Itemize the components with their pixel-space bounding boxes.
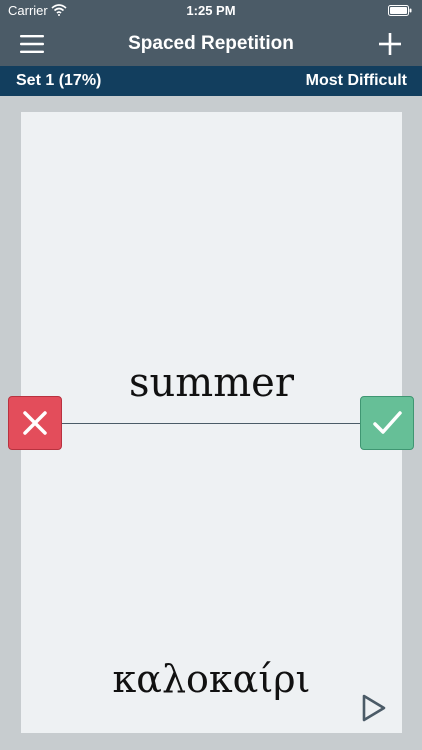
status-time: 1:25 PM [186,3,236,18]
page-title: Spaced Repetition [128,33,294,54]
mode-label[interactable]: Most Difficult [306,72,407,90]
navigation-bar: Spaced Repetition [0,22,422,66]
x-icon [23,411,47,435]
card-front-text: summer [129,360,294,406]
plus-icon[interactable] [379,33,401,55]
set-label: Set 1 (17%) [16,72,102,89]
right-answer-button[interactable] [360,396,414,450]
checkmark-icon [373,411,402,434]
status-bar: Carrier 1:25 PM [0,0,422,22]
play-icon[interactable] [361,693,387,723]
card-divider [60,423,362,424]
set-progress-bar: Set 1 (17%) Most Difficult [0,66,422,96]
wrong-answer-button[interactable] [8,396,62,450]
card-back-text: καλοκαίρι [112,657,311,701]
app: Carrier 1:25 PM Spaced Repetition Set 1 … [0,0,422,750]
battery-icon [388,5,412,16]
